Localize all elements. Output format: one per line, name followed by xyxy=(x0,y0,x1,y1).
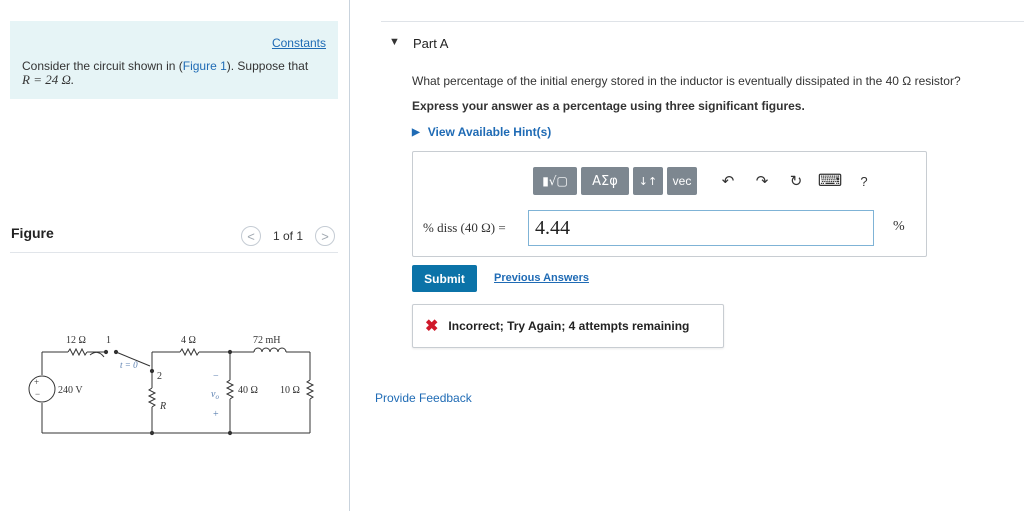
part-title[interactable]: Part A xyxy=(413,36,448,51)
problem-equation: R = 24 Ω. xyxy=(22,72,75,87)
keyboard-icon[interactable]: ⌨ xyxy=(817,168,843,194)
error-x-icon: ✖ xyxy=(425,318,439,335)
question-text: What percentage of the initial energy st… xyxy=(412,74,961,88)
part-divider xyxy=(381,21,1024,22)
answer-pane: ▼ Part A What percentage of the initial … xyxy=(351,0,1024,511)
problem-statement: Consider the circuit shown in (Figure 1)… xyxy=(22,59,322,87)
problem-prefix: Consider the circuit shown in ( xyxy=(22,59,183,73)
circuit-diagram[interactable]: + − 12 Ω 1 t = 0 2 4 Ω 72 mH 240 V R vo … xyxy=(28,325,318,440)
problem-suffix: ). Suppose that xyxy=(226,59,309,73)
figure-link[interactable]: Figure 1 xyxy=(183,59,227,73)
redo-icon[interactable]: ↷ xyxy=(749,168,775,194)
math-toolbar: ▮√▢ ΑΣφ ↓↑ vec ↶ ↷ ↻ ⌨ ? xyxy=(533,167,877,195)
circuit-label-source: 240 V xyxy=(58,385,83,396)
hints-label: View Available Hint(s) xyxy=(427,125,552,139)
answer-input[interactable] xyxy=(528,210,874,246)
svg-text:+: + xyxy=(34,377,39,387)
problem-pane: Constants Consider the circuit shown in … xyxy=(0,0,350,511)
help-icon[interactable]: ? xyxy=(851,168,877,194)
circuit-label-r1: 12 Ω xyxy=(66,335,86,346)
answer-unit-label: % xyxy=(893,219,905,234)
figure-next-button[interactable]: > xyxy=(315,226,336,246)
problem-intro-box: Constants Consider the circuit shown in … xyxy=(10,21,338,99)
circuit-label-inductor: 72 mH xyxy=(253,335,281,346)
undo-icon[interactable]: ↶ xyxy=(715,168,741,194)
constants-link[interactable]: Constants xyxy=(272,36,326,50)
circuit-label-r4: 10 Ω xyxy=(280,385,300,396)
circuit-label-plus: + xyxy=(213,409,219,420)
vector-button[interactable]: vec xyxy=(667,167,697,195)
greek-symbols-button[interactable]: ΑΣφ xyxy=(581,167,629,195)
figure-prev-button[interactable]: < xyxy=(241,226,261,246)
submit-button[interactable]: Submit xyxy=(412,265,477,292)
subscript-superscript-button[interactable]: ↓↑ xyxy=(633,167,663,195)
provide-feedback-link[interactable]: Provide Feedback xyxy=(375,391,472,405)
figure-divider xyxy=(10,252,338,253)
circuit-label-rvar: R xyxy=(159,401,166,412)
view-hints-link[interactable]: ▶ View Available Hint(s) xyxy=(412,125,551,139)
svg-text:−: − xyxy=(35,389,40,399)
collapse-triangle-icon[interactable]: ▼ xyxy=(389,36,400,48)
answer-variable-label: % diss (40 Ω) = xyxy=(423,220,506,235)
previous-answers-link[interactable]: Previous Answers xyxy=(494,272,589,284)
circuit-label-r3: 40 Ω xyxy=(238,385,258,396)
circuit-label-vo: vo xyxy=(211,389,219,401)
figure-navigator: < 1 of 1 > xyxy=(241,225,336,247)
figure-heading: Figure xyxy=(11,225,54,241)
circuit-label-switch-time: t = 0 xyxy=(120,360,138,370)
reset-icon[interactable]: ↻ xyxy=(783,168,809,194)
circuit-label-switch1: 1 xyxy=(106,335,111,346)
circuit-label-switch2: 2 xyxy=(157,371,162,382)
circuit-label-r2: 4 Ω xyxy=(181,335,196,346)
feedback-text: Incorrect; Try Again; 4 attempts remaini… xyxy=(448,319,690,333)
expand-triangle-icon: ▶ xyxy=(412,126,420,138)
feedback-message: ✖ Incorrect; Try Again; 4 attempts remai… xyxy=(412,304,724,348)
templates-button[interactable]: ▮√▢ xyxy=(533,167,577,195)
answer-panel: ▮√▢ ΑΣφ ↓↑ vec ↶ ↷ ↻ ⌨ ? % diss (40 Ω) =… xyxy=(412,151,927,257)
figure-count: 1 of 1 xyxy=(273,229,304,243)
instruction-text: Express your answer as a percentage usin… xyxy=(412,99,805,113)
circuit-label-minus: − xyxy=(213,371,219,382)
